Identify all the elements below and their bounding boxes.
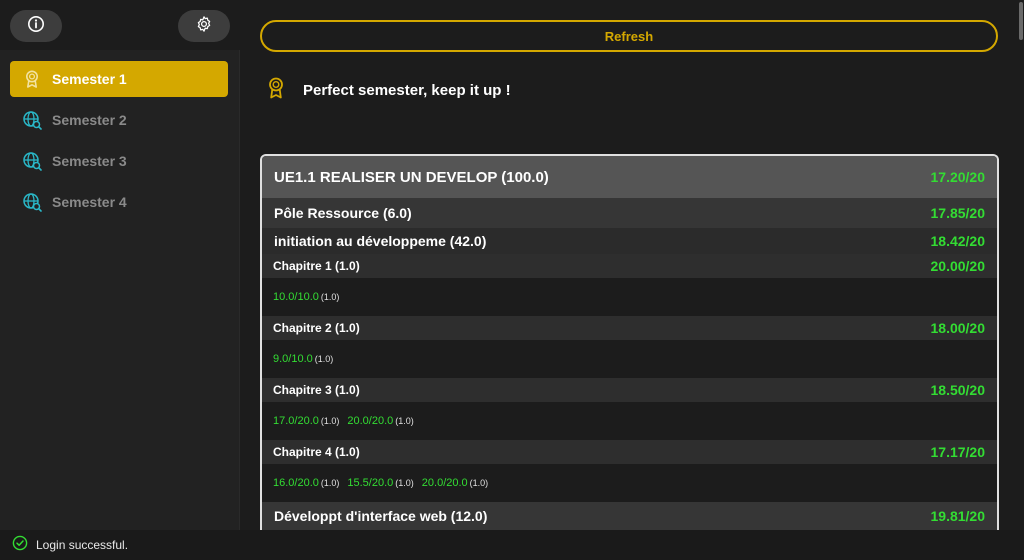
chapter-title: Chapitre 1 (1.0) <box>273 259 360 273</box>
main-content: Refresh Perfect semester, keep it up ! U… <box>241 0 1024 530</box>
info-button[interactable] <box>10 10 62 42</box>
sidebar-item-label: Semester 1 <box>52 71 127 87</box>
ue-grade: 17.20/20 <box>930 169 986 185</box>
sidebar-item-semester-2[interactable]: Semester 2 <box>10 102 228 138</box>
status-bar: Login successful. <box>0 530 1024 560</box>
pole-title: Développt d'interface web (12.0) <box>274 508 488 524</box>
ue-title: UE1.1 REALISER UN DEVELOP (100.0) <box>274 168 549 186</box>
sidebar-item-semester-4[interactable]: Semester 4 <box>10 184 228 220</box>
mark-value: 17.0/20.0 <box>273 415 319 427</box>
marks-row: 16.0/20.0 (1.0) 15.5/20.0 (1.0) 20.0/20.… <box>262 464 997 502</box>
sidebar-item-semester-3[interactable]: Semester 3 <box>10 143 228 179</box>
sidebar-item-label: Semester 2 <box>52 112 127 128</box>
refresh-button[interactable]: Refresh <box>260 20 998 52</box>
mark-value: 10.0/10.0 <box>273 291 319 303</box>
chapter-title: Chapitre 3 (1.0) <box>273 383 360 397</box>
mark-coef: (1.0) <box>320 292 340 302</box>
resource-grade: 18.42/20 <box>930 233 986 249</box>
gear-icon <box>195 15 213 38</box>
resource-title: initiation au développeme (42.0) <box>274 233 487 249</box>
marks-row: 10.0/10.0 (1.0) <box>262 278 997 316</box>
mark-value: 20.0/20.0 <box>347 415 394 427</box>
mark-coef: (1.0) <box>395 478 414 488</box>
chapter-grade: 18.00/20 <box>930 320 986 336</box>
chapter-grade: 17.17/20 <box>930 444 986 460</box>
globe-search-icon <box>22 110 42 130</box>
mark: 20.0/20.0 (1.0) <box>347 415 413 427</box>
message-text: Perfect semester, keep it up ! <box>303 81 511 99</box>
sidebar-item-label: Semester 3 <box>52 153 127 169</box>
chapter-row[interactable]: Chapitre 2 (1.0) 18.00/20 <box>262 316 997 340</box>
chapter-row[interactable]: Chapitre 4 (1.0) 17.17/20 <box>262 440 997 464</box>
globe-search-icon <box>22 192 42 212</box>
sidebar-item-label: Semester 4 <box>52 194 127 210</box>
mark-value: 15.5/20.0 <box>347 477 394 489</box>
chapter-grade: 20.00/20 <box>930 258 986 274</box>
sidebar: Semester 1 Semester 2 Semester 3 Semeste… <box>0 0 240 530</box>
chapter-title: Chapitre 2 (1.0) <box>273 321 360 335</box>
mark-coef: (1.0) <box>314 354 334 364</box>
mark-coef: (1.0) <box>395 416 414 426</box>
pole-grade: 17.85/20 <box>930 205 986 221</box>
mark-value: 9.0/10.0 <box>273 353 313 365</box>
mark-value: 16.0/20.0 <box>273 477 319 489</box>
chapter-row[interactable]: Chapitre 1 (1.0) 20.00/20 <box>262 254 997 278</box>
chapter-grade: 18.50/20 <box>930 382 986 398</box>
award-icon <box>265 76 287 105</box>
mark-value: 20.0/20.0 <box>421 477 468 489</box>
semester-nav: Semester 1 Semester 2 Semester 3 Semeste… <box>10 61 228 225</box>
marks-row: 17.0/20.0 (1.0) 20.0/20.0 (1.0) <box>262 402 997 440</box>
pole-row[interactable]: Pôle Ressource (6.0) 17.85/20 <box>262 198 997 228</box>
award-icon <box>22 69 42 89</box>
mark-coef: (1.0) <box>320 478 340 488</box>
chapter-row[interactable]: Chapitre 3 (1.0) 18.50/20 <box>262 378 997 402</box>
check-circle-icon <box>12 535 28 556</box>
settings-button[interactable] <box>178 10 230 42</box>
mark: 9.0/10.0 (1.0) <box>273 353 333 365</box>
grades-panel: UE1.1 REALISER UN DEVELOP (100.0) 17.20/… <box>260 154 999 530</box>
pole-title: Pôle Ressource (6.0) <box>274 205 412 221</box>
pole-row[interactable]: Développt d'interface web (12.0) 19.81/2… <box>262 502 997 530</box>
vertical-scrollbar[interactable] <box>1019 2 1023 40</box>
mark: 20.0/20.0 (1.0) <box>422 477 488 489</box>
info-icon <box>27 15 45 38</box>
resource-row[interactable]: initiation au développeme (42.0) 18.42/2… <box>262 228 997 254</box>
pole-grade: 19.81/20 <box>930 508 986 524</box>
mark-coef: (1.0) <box>469 478 489 488</box>
marks-row: 9.0/10.0 (1.0) <box>262 340 997 378</box>
chapter-title: Chapitre 4 (1.0) <box>273 445 360 459</box>
mark: 16.0/20.0 (1.0) <box>273 477 339 489</box>
mark: 15.5/20.0 (1.0) <box>347 477 413 489</box>
ue-header[interactable]: UE1.1 REALISER UN DEVELOP (100.0) 17.20/… <box>262 156 997 198</box>
sidebar-item-semester-1[interactable]: Semester 1 <box>10 61 228 97</box>
globe-search-icon <box>22 151 42 171</box>
mark-coef: (1.0) <box>320 416 340 426</box>
mark: 10.0/10.0 (1.0) <box>273 291 339 303</box>
mark: 17.0/20.0 (1.0) <box>273 415 339 427</box>
app-window: Semester 1 Semester 2 Semester 3 Semeste… <box>0 0 1024 560</box>
sidebar-top-buttons <box>0 0 240 50</box>
status-message: Perfect semester, keep it up ! <box>265 76 511 104</box>
status-text: Login successful. <box>36 538 129 552</box>
